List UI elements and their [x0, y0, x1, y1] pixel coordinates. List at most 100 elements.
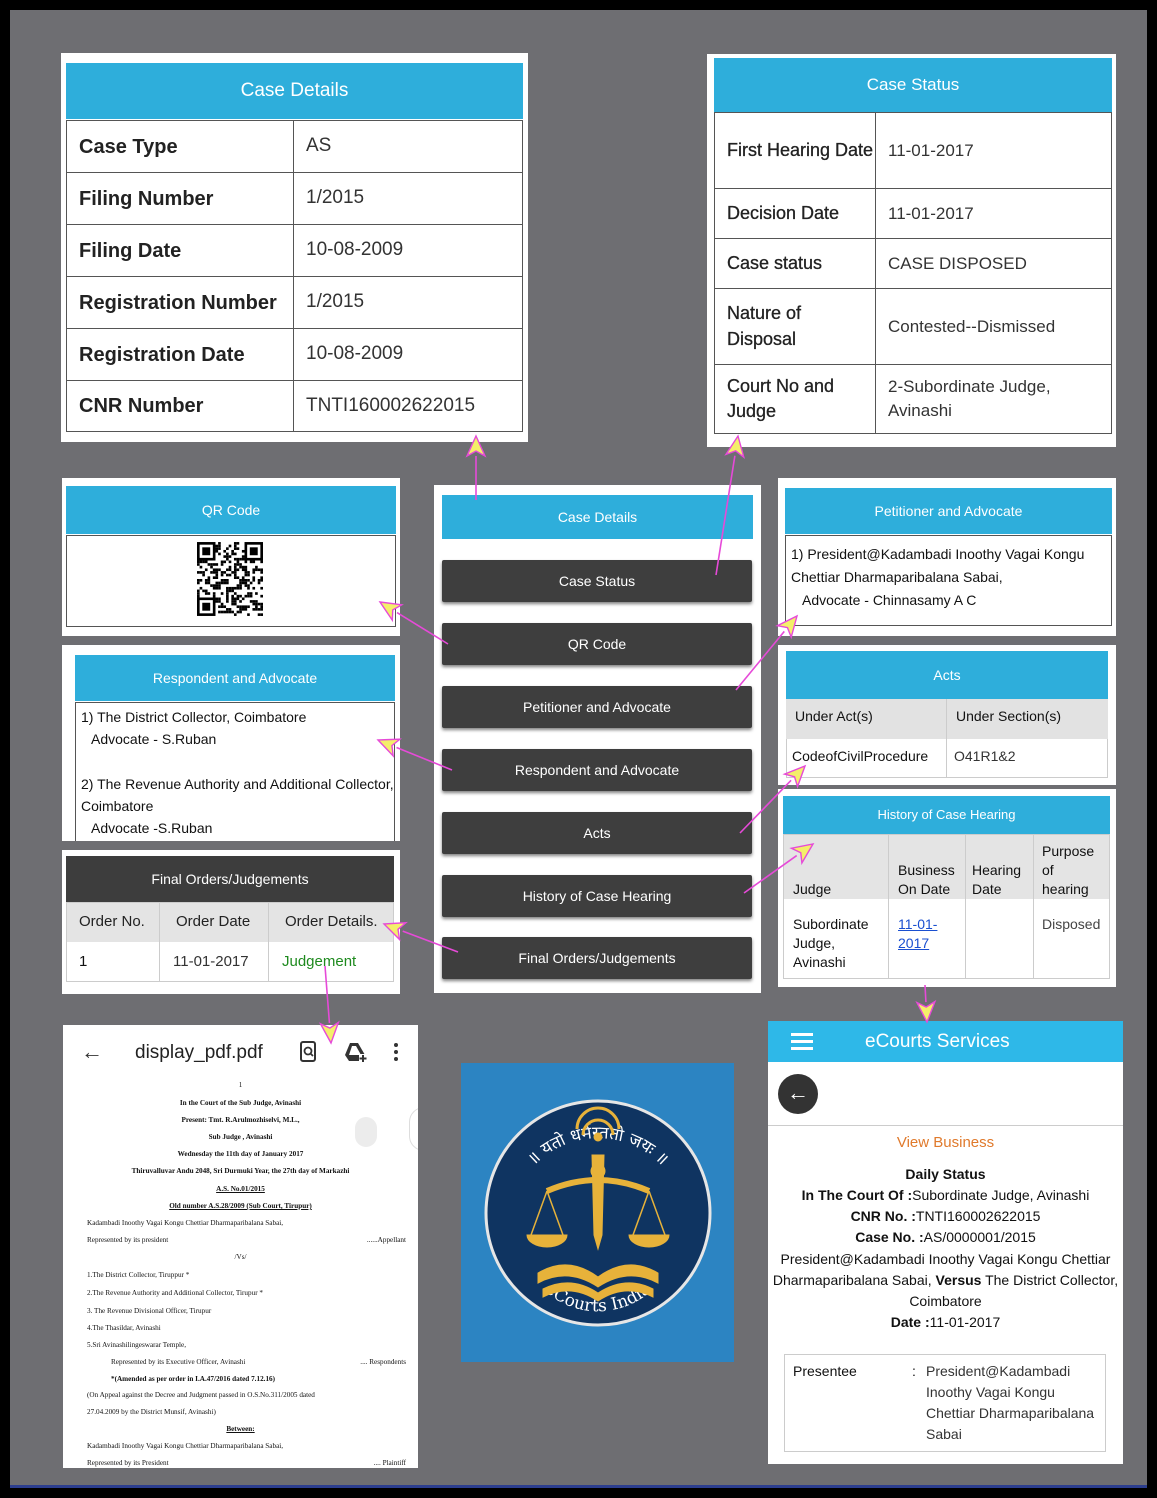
history-header: History of Case Hearing	[783, 796, 1110, 834]
case-details-label: Filing Date	[66, 224, 294, 277]
petitioner-advocate: Advocate - Chinnasamy A C	[802, 592, 977, 608]
history-judge-2: Judge,	[793, 935, 836, 951]
presentee-line-3: Chettiar Dharmaparibalana	[926, 1405, 1095, 1421]
history-col-business-1: Business	[898, 862, 955, 878]
history-purpose-value: Disposed	[1042, 916, 1101, 932]
pdf-text-line: Kadambadi Inoothy Vagai Kongu Chettiar D…	[87, 1219, 284, 1227]
ecourts-separator	[768, 1125, 1123, 1126]
case-details-table: Case Type AS Filing Number 1/2015 Filing Dat…	[66, 120, 523, 432]
qr-code-header: QR Code	[66, 486, 396, 534]
menu-panel: Case Details Case Status QR Code Petitio…	[434, 485, 761, 993]
petitioner-line-2: Chettiar Dharmaparibalana Sabai,	[791, 569, 1003, 585]
menu-case-status-button[interactable]: Case Status	[442, 560, 752, 602]
presentee-line-1: President@Kadambadi	[926, 1363, 1071, 1379]
court-line: In The Court Of :Subordinate Judge, Avin…	[768, 1187, 1123, 1203]
back-button[interactable]: ←	[778, 1074, 818, 1114]
case-no-line: Case No. :AS/0000001/2015	[768, 1229, 1123, 1245]
case-details-value: 10-08-2009	[293, 224, 523, 277]
pdf-text-line: 3. The Revenue Divisional Officer, Tirup…	[87, 1307, 212, 1315]
respondent-header: Respondent and Advocate	[75, 655, 395, 701]
ecourts-services-panel: eCourts Services ← View Business Daily S…	[768, 1021, 1123, 1464]
menu-respondent-button[interactable]: Respondent and Advocate	[442, 749, 752, 791]
case-status-header: Case Status	[714, 58, 1112, 112]
case-status-value: Contested--Dismissed	[875, 288, 1112, 365]
case-status-panel: Case Status First Hearing Date 11-01-2017…	[707, 54, 1116, 447]
respondent-1: 1) The District Collector, Coimbatore	[81, 709, 307, 725]
case-status-value: 11-01-2017	[875, 112, 1112, 189]
back-arrow-icon[interactable]: ←	[81, 1039, 103, 1065]
pdf-text-line: 27.04.2009 by the District Munsif, Avina…	[87, 1408, 216, 1416]
acts-header: Acts	[786, 651, 1108, 699]
history-col-purpose-2: of	[1042, 862, 1054, 878]
respondent-2: 2) The Revenue Authority and Additional …	[81, 776, 394, 792]
pdf-text-line: Kadambadi Inoothy Vagai Kongu Chettiar D…	[87, 1442, 284, 1450]
case-status-value: 11-01-2017	[875, 188, 1112, 239]
case-status-row: Nature of Disposal Contested--Dismissed	[714, 288, 1112, 365]
pdf-text-line: Between:	[226, 1425, 255, 1433]
menu-history-button[interactable]: History of Case Hearing	[442, 875, 752, 917]
pdf-text-line: *(Amended as per order in I.A.47/2016 da…	[111, 1375, 276, 1383]
case-no-label: Case No. :	[855, 1229, 924, 1245]
respondent-2-advocate: Advocate -S.Ruban	[91, 820, 213, 836]
final-orders-no: 1	[79, 953, 88, 970]
pdf-text-line: 1.The District Collector, Tiruppur *	[87, 1271, 190, 1279]
judgement-link[interactable]: Judgement	[282, 953, 356, 970]
history-div-2	[965, 834, 966, 979]
view-business-title: View Business	[896, 1134, 995, 1151]
case-status-label: First Hearing Date	[714, 112, 876, 189]
pdf-text-line: 1	[238, 1081, 243, 1089]
final-orders-header: Final Orders/Judgements	[66, 856, 394, 902]
presentee-label: Presentee	[793, 1363, 857, 1379]
case-details-label: Filing Number	[66, 172, 294, 225]
menu-final-orders-button[interactable]: Final Orders/Judgements	[442, 937, 752, 979]
presentee-colon: :	[912, 1363, 916, 1379]
case-status-label: Court No and Judge	[714, 364, 876, 434]
pdf-text-line: Present: Tmt. R.Arulmozhiselvi, M.L.,	[181, 1116, 300, 1124]
parties-line-1: President@Kadambadi Inoothy Vagai Kongu …	[780, 1251, 1111, 1267]
pdf-text-line: Represented by its President	[87, 1459, 169, 1467]
acts-act-value: CodeofCivilProcedure	[792, 748, 929, 764]
pdf-text-line: Represented by its Executive Officer, Av…	[111, 1358, 246, 1366]
history-col-hearing-2: Date	[972, 881, 1002, 897]
history-judge-3: Avinashi	[793, 954, 846, 970]
case-details-row: Registration Number 1/2015	[66, 276, 523, 329]
case-details-label: Case Type	[66, 120, 294, 173]
drive-add-icon[interactable]	[343, 1041, 367, 1063]
history-div-3	[1033, 834, 1034, 979]
menu-petitioner-button[interactable]: Petitioner and Advocate	[442, 686, 752, 728]
parties-b: The District Collector,	[981, 1272, 1119, 1288]
pdf-text-line: Represented by its president	[87, 1236, 169, 1244]
pdf-viewer: ← display_pdf.pdf 1 In the Court of the S…	[63, 1025, 418, 1468]
pdf-text-line: Wednesday the 11th day of January 2017	[177, 1150, 304, 1158]
presentee-line-4: Sabai	[926, 1426, 962, 1442]
history-panel: History of Case Hearing Judge Business O…	[778, 789, 1116, 987]
pdf-text-line: (On Appeal against the Decree and Judgme…	[87, 1391, 315, 1399]
cnr-value: TNTI160002622015	[915, 1208, 1041, 1224]
case-status-table: First Hearing Date 11-01-2017 Decision Dat…	[714, 112, 1112, 434]
menu-case-details-button[interactable]: Case Details	[442, 495, 753, 539]
more-vert-icon[interactable]	[393, 1042, 399, 1062]
pdf-text-line: 2.The Revenue Authority and Additional C…	[87, 1289, 263, 1297]
acts-col-section: Under Section(s)	[956, 708, 1062, 724]
pdf-text-line: .... Respondents	[360, 1358, 406, 1366]
case-status-row: First Hearing Date 11-01-2017	[714, 112, 1112, 189]
history-business-date-link-2[interactable]: 2017	[898, 935, 929, 951]
date-line: Date :11-01-2017	[768, 1314, 1123, 1330]
court-value: Subordinate Judge, Avinashi	[912, 1187, 1090, 1203]
history-col-judge: Judge	[793, 881, 832, 897]
parties-a: Dharmaparibalana Sabai,	[772, 1272, 936, 1288]
case-status-row: Case status CASE DISPOSED	[714, 238, 1112, 289]
menu-acts-button[interactable]: Acts	[442, 812, 752, 854]
case-details-label: Registration Date	[66, 328, 294, 381]
history-business-date-link-1[interactable]: 11-01-	[898, 916, 937, 932]
petitioner-panel: Petitioner and Advocate 1) President@Kad…	[778, 478, 1116, 636]
pdf-text-line: A.S. No.01/2015	[216, 1185, 265, 1193]
history-col-hearing-1: Hearing	[972, 862, 1022, 878]
case-status-row: Court No and Judge 2-Subordinate Judge, A…	[714, 364, 1112, 434]
hamburger-menu-icon[interactable]	[791, 1033, 813, 1051]
final-orders-div-2	[268, 902, 269, 982]
search-document-icon[interactable]	[299, 1041, 319, 1063]
menu-qr-code-button[interactable]: QR Code	[442, 623, 752, 665]
pdf-text-line: /Vs/	[234, 1253, 247, 1261]
cnr-line: CNR No. :TNTI160002622015	[768, 1208, 1123, 1224]
